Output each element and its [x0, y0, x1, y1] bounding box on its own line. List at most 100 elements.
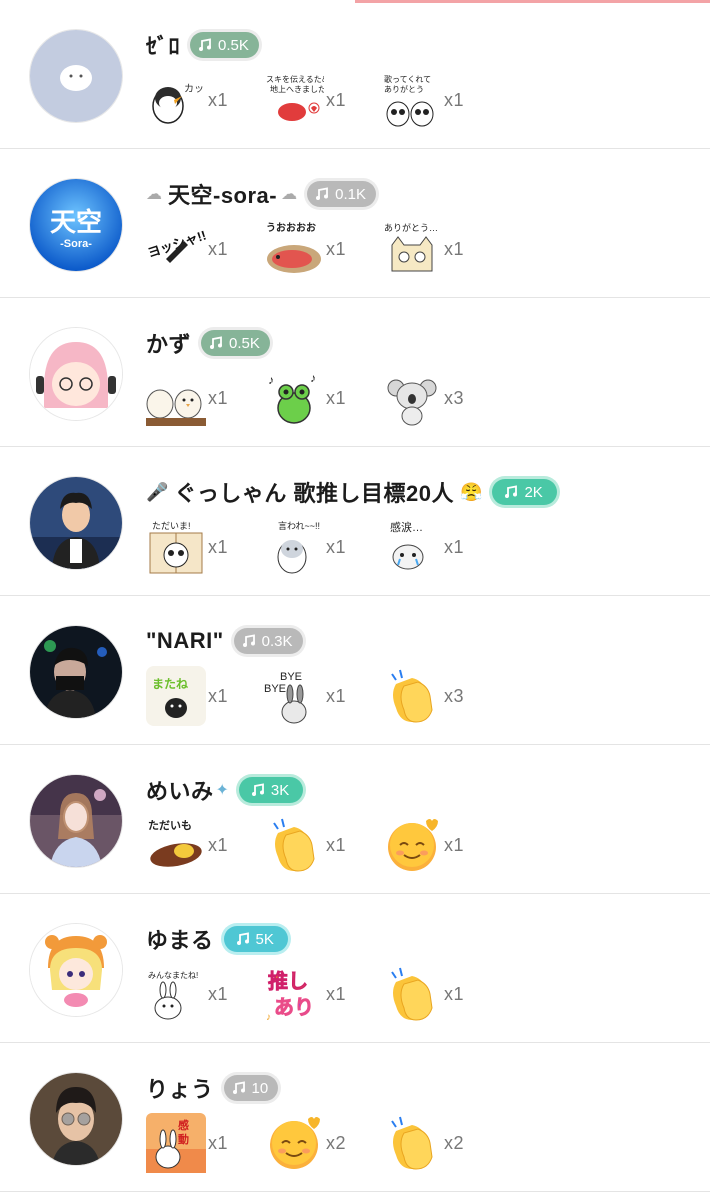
svg-text:うおおおお: うおおおお [266, 222, 316, 234]
panda-pair-sticker: 歌ってくれて ありがとう [384, 74, 434, 127]
viewer-row[interactable]: かず 0.5K x1 ♪ ♪ x1 x3 [0, 298, 710, 447]
svg-text:♪: ♪ [310, 371, 316, 385]
svg-text:言われ~~!!: 言われ~~!! [278, 520, 320, 531]
gift-item: x2 [382, 1113, 500, 1173]
gift-count: x1 [208, 983, 229, 1004]
clap-emoji [391, 669, 433, 723]
svg-text:あり: あり [274, 996, 314, 1019]
gift-item: カッ x1 [146, 70, 264, 130]
gift-count: x1 [326, 685, 347, 706]
viewer-row[interactable]: めいみ ✦ 3K ただいも x1 x1 x1 [0, 745, 710, 894]
gift-list: またね x1 BYE BYE x1 x3 [146, 664, 500, 728]
level-badge: 0.5K [201, 330, 270, 356]
gift-item: 歌ってくれて ありがとう x1 [382, 70, 500, 130]
gift-count: x2 [326, 1132, 347, 1153]
viewer-row[interactable]: 🎤 ぐっしゃん 歌推し目標20人 😤 2K ただいま! x1 言われ~~!! x… [0, 447, 710, 596]
gift-item: x3 [382, 666, 500, 726]
penguin-sticker: 言われ~~!! [277, 520, 320, 574]
gift-count: x1 [326, 983, 347, 1004]
avatar-text: 天空 [50, 207, 102, 237]
gift-count: x1 [208, 536, 229, 557]
viewer-name[interactable]: かず [146, 327, 191, 359]
viewer-name-line: ｾﾞﾛ 0.5K [146, 30, 259, 60]
microphone-icon: 🎤 [146, 481, 169, 502]
level-value: 3K [270, 781, 290, 799]
gift-list: ヨッシャ!! x1 うおおおお x1 ありがとう… x1 [146, 217, 500, 281]
gift-count: x1 [444, 89, 465, 110]
gift-count: x1 [208, 834, 229, 855]
viewer-gift-list: ｾﾞﾛ 0.5K カッ x1 スキを伝えるため 地上へきました x1 歌ってくれ… [0, 0, 710, 1192]
avatar[interactable]: 天空 -Sora- [30, 179, 122, 271]
kandou-rabbit-sticker: 感 動 [146, 1113, 206, 1173]
svg-text:スキを伝えるため: スキを伝えるため [266, 74, 324, 84]
viewer-name[interactable]: ｾﾞﾛ [146, 29, 180, 61]
svg-text:歌ってくれて: 歌ってくれて [384, 74, 431, 84]
level-badge: 0.1K [307, 181, 376, 207]
viewer-row[interactable]: ｾﾞﾛ 0.5K カッ x1 スキを伝えるため 地上へきました x1 歌ってくれ… [0, 0, 710, 149]
gift-item: x3 [382, 368, 500, 428]
avatar[interactable] [30, 477, 122, 569]
bye-rabbit-sticker: BYE BYE [264, 671, 307, 724]
svg-text:ありがとう…: ありがとう… [384, 222, 438, 233]
gift-item: x1 [146, 368, 264, 428]
bird-sticker [146, 389, 206, 426]
viewer-row[interactable]: りょう 10 感 動 x1 x2 x2 [0, 1043, 710, 1192]
level-badge: 5K [223, 926, 288, 952]
svg-text:感涙…: 感涙… [390, 520, 423, 534]
viewer-name[interactable]: "NARI" [146, 628, 224, 654]
smile-emoji [270, 1117, 320, 1169]
gift-item: x2 [264, 1113, 382, 1173]
panda-window-sticker: ただいま! [149, 521, 203, 574]
avatar[interactable] [30, 30, 122, 122]
frog-sticker: ♪ ♪ [268, 371, 316, 424]
viewer-row[interactable]: ゆまる 5K みんなまたね! x1 推し あり ♪ x1 x1 [0, 894, 710, 1043]
gift-list: ただいも x1 x1 x1 [146, 813, 500, 877]
gift-item: ありがとう… x1 [382, 219, 500, 279]
viewer-name[interactable]: ぐっしゃん 歌推し目標20人 [174, 476, 454, 508]
svg-text:BYE: BYE [280, 671, 302, 683]
gift-item: 推し あり ♪ x1 [264, 964, 382, 1024]
gift-item: 感 動 x1 [146, 1113, 264, 1173]
cloud-icon: ☁ [146, 186, 162, 203]
red-bird-sticker: スキを伝えるため 地上へきました [266, 74, 324, 121]
gift-count: x1 [326, 387, 347, 408]
level-badge: 2K [492, 479, 557, 505]
gift-count: x1 [208, 387, 229, 408]
viewer-name[interactable]: めいみ [146, 774, 214, 806]
viewer-row[interactable]: "NARI" 0.3K またね x1 BYE BYE x1 x3 [0, 596, 710, 745]
gift-item: BYE BYE x1 [264, 666, 382, 726]
viewer-name-line: ゆまる 5K [146, 924, 288, 954]
avatar[interactable] [30, 626, 122, 718]
svg-text:ただいま!: ただいま! [152, 521, 191, 531]
viewer-name[interactable]: ゆまる [146, 923, 214, 955]
gift-count: x1 [444, 983, 465, 1004]
avatar[interactable] [30, 1073, 122, 1165]
fish-sticker: うおおおお [266, 222, 321, 273]
penguin-sticker: カッ [152, 83, 204, 124]
avatar[interactable] [30, 924, 122, 1016]
avatar[interactable] [30, 775, 122, 867]
svg-text:ありがとう: ありがとう [384, 84, 424, 94]
viewer-name-line: めいみ ✦ 3K [146, 774, 304, 806]
gift-list: x1 ♪ ♪ x1 x3 [146, 366, 500, 430]
viewer-name[interactable]: りょう [146, 1072, 214, 1104]
gift-count: x1 [444, 238, 465, 259]
gift-list: みんなまたね! x1 推し あり ♪ x1 x1 [146, 962, 500, 1026]
music-note-icon [199, 38, 212, 51]
gift-item: ♪ ♪ x1 [264, 368, 382, 428]
viewer-row[interactable]: 天空 -Sora- ☁ 天空-sora- ☁ 0.1K ヨッシャ!! x1 うお… [0, 149, 710, 298]
music-note-icon [316, 187, 329, 200]
viewer-name[interactable]: 天空-sora- [168, 178, 277, 210]
avatar[interactable] [30, 328, 122, 420]
music-note-icon [505, 485, 518, 498]
gift-list: 感 動 x1 x2 x2 [146, 1111, 500, 1175]
level-badge: 3K [238, 777, 304, 803]
avatar-subtext: -Sora- [60, 238, 92, 250]
gift-item: スキを伝えるため 地上へきました x1 [264, 70, 382, 130]
sweet-potato-sticker: ただいも [148, 819, 202, 867]
svg-text:BYE: BYE [264, 683, 286, 695]
gift-item: 言われ~~!! x1 [264, 517, 382, 577]
frustrated-face-icon: 😤 [460, 481, 483, 502]
level-badge: 10 [223, 1075, 279, 1101]
music-note-icon [236, 932, 249, 945]
